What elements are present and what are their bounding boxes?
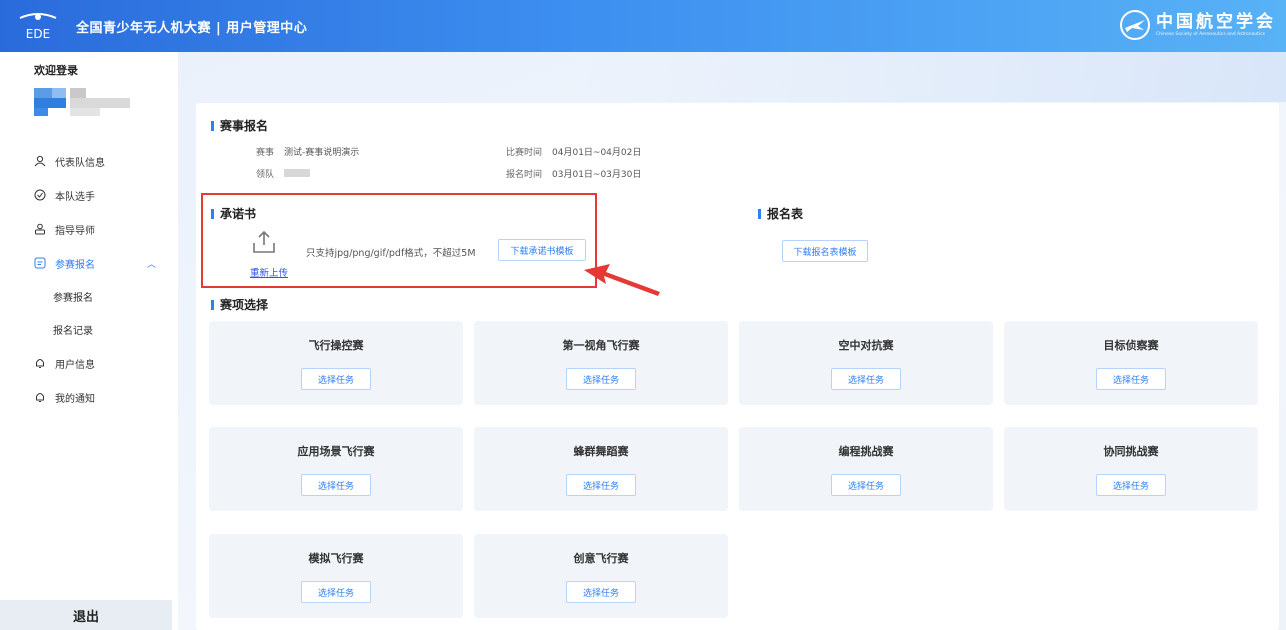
sidebar-item-label: 参赛报名 <box>55 259 95 271</box>
match-time-info: 比赛时间 04月01日~04月02日 <box>506 145 641 158</box>
team-icon <box>34 189 46 201</box>
select-task-button[interactable]: 选择任务 <box>566 368 636 390</box>
leader-key: 领队 <box>256 170 275 180</box>
section-title-signup-form: 报名表 <box>758 205 803 222</box>
event-name: 目标侦察赛 <box>1103 339 1159 352</box>
sidebar-item-label: 代表队信息 <box>55 157 105 169</box>
event-name: 应用场景飞行赛 <box>297 445 375 458</box>
signup-time-info: 报名时间 03月01日~03月30日 <box>506 167 641 180</box>
event-tile: 目标侦察赛 选择任务 <box>1004 321 1258 405</box>
ede-logo[interactable]: EDE <box>18 8 58 44</box>
match-time-value: 04月01日~04月02日 <box>552 148 642 158</box>
sidebar: 欢迎登录 代表队信息 本队选手 指导导师 参赛报名 ︿ 参赛报名 报名记录 用户… <box>0 52 178 630</box>
match-time-key: 比赛时间 <box>506 148 543 158</box>
select-task-button[interactable]: 选择任务 <box>301 581 371 603</box>
plane-emblem-icon <box>1120 10 1150 40</box>
select-task-button[interactable]: 选择任务 <box>1096 368 1166 390</box>
event-info: 赛事 测试-赛事说明演示 <box>256 145 359 158</box>
select-task-button[interactable]: 选择任务 <box>566 581 636 603</box>
sidebar-item-team-players[interactable]: 本队选手 <box>0 178 178 212</box>
event-value: 测试-赛事说明演示 <box>284 148 360 158</box>
section-title-events: 赛项选择 <box>211 296 268 313</box>
sidebar-item-label: 指导导师 <box>55 225 95 237</box>
select-task-button[interactable]: 选择任务 <box>831 368 901 390</box>
select-task-button[interactable]: 选择任务 <box>831 474 901 496</box>
download-signup-template-button[interactable]: 下载报名表模板 <box>782 240 868 262</box>
event-name: 空中对抗赛 <box>838 339 894 352</box>
sidebar-item-mentors[interactable]: 指导导师 <box>0 212 178 246</box>
event-name: 创意飞行赛 <box>573 552 629 565</box>
select-task-button[interactable]: 选择任务 <box>1096 474 1166 496</box>
sidebar-item-team-info[interactable]: 代表队信息 <box>0 144 178 178</box>
select-task-button[interactable]: 选择任务 <box>301 474 371 496</box>
avatar <box>34 88 134 116</box>
event-name: 蜂群舞蹈赛 <box>573 445 629 458</box>
sidebar-item-notifications[interactable]: 我的通知 <box>0 380 178 414</box>
event-tile: 模拟飞行赛 选择任务 <box>209 534 463 618</box>
user-icon <box>34 155 46 167</box>
sidebar-item-label: 我的通知 <box>55 393 95 405</box>
event-tile: 协同挑战赛 选择任务 <box>1004 427 1258 511</box>
highlight-box <box>201 193 597 288</box>
leader-info: 领队 <box>256 167 311 180</box>
chevron-up-icon: ︿ <box>146 260 156 270</box>
sidebar-subitem-registration[interactable]: 参赛报名 <box>0 280 178 313</box>
event-name: 协同挑战赛 <box>1103 445 1159 458</box>
event-tile: 飞行操控赛 选择任务 <box>209 321 463 405</box>
event-tile: 空中对抗赛 选择任务 <box>739 321 993 405</box>
logout-button[interactable]: 退出 <box>0 600 172 630</box>
sidebar-item-label: 本队选手 <box>55 191 95 203</box>
bell-icon <box>34 391 46 403</box>
signup-time-value: 03月01日~03月30日 <box>552 170 642 180</box>
form-icon <box>34 257 46 269</box>
sidebar-nav: 代表队信息 本队选手 指导导师 参赛报名 ︿ 参赛报名 报名记录 用户信息 我的… <box>0 144 178 414</box>
mentor-icon <box>34 223 46 235</box>
event-name: 模拟飞行赛 <box>308 552 364 565</box>
event-name: 第一视角飞行赛 <box>562 339 640 352</box>
event-key: 赛事 <box>256 148 275 158</box>
top-header: EDE 全国青少年无人机大赛 | 用户管理中心 中国航空学会 Chinese S… <box>0 0 1286 52</box>
signup-time-key: 报名时间 <box>506 170 543 180</box>
bell-icon <box>34 357 46 369</box>
section-title-registration: 赛事报名 <box>211 117 268 134</box>
app-title: 全国青少年无人机大赛 | 用户管理中心 <box>76 20 308 36</box>
org-name-cn: 中国航空学会 <box>1156 12 1276 32</box>
select-task-button[interactable]: 选择任务 <box>301 368 371 390</box>
event-tile: 第一视角飞行赛选择任务 <box>474 321 728 405</box>
welcome-text: 欢迎登录 <box>34 64 78 77</box>
sidebar-item-registration[interactable]: 参赛报名 ︿ <box>0 246 178 280</box>
event-tile: 编程挑战赛 选择任务 <box>739 427 993 511</box>
sidebar-item-label: 用户信息 <box>55 359 95 371</box>
select-task-button[interactable]: 选择任务 <box>566 474 636 496</box>
event-tile: 蜂群舞蹈赛 选择任务 <box>474 427 728 511</box>
arrow-icon <box>584 264 660 296</box>
leader-value-redacted <box>284 169 311 177</box>
org-name-en: Chinese Society of Aeronautics and Astro… <box>1156 32 1266 37</box>
event-tile: 应用场景飞行赛选择任务 <box>209 427 463 511</box>
event-name: 编程挑战赛 <box>838 445 894 458</box>
event-name: 飞行操控赛 <box>308 339 364 352</box>
sidebar-item-user-info[interactable]: 用户信息 <box>0 346 178 380</box>
org-logo: 中国航空学会 Chinese Society of Aeronautics an… <box>1120 10 1276 40</box>
logo-text: EDE <box>26 27 50 41</box>
sidebar-subitem-records[interactable]: 报名记录 <box>0 313 178 346</box>
event-tile: 创意飞行赛 选择任务 <box>474 534 728 618</box>
